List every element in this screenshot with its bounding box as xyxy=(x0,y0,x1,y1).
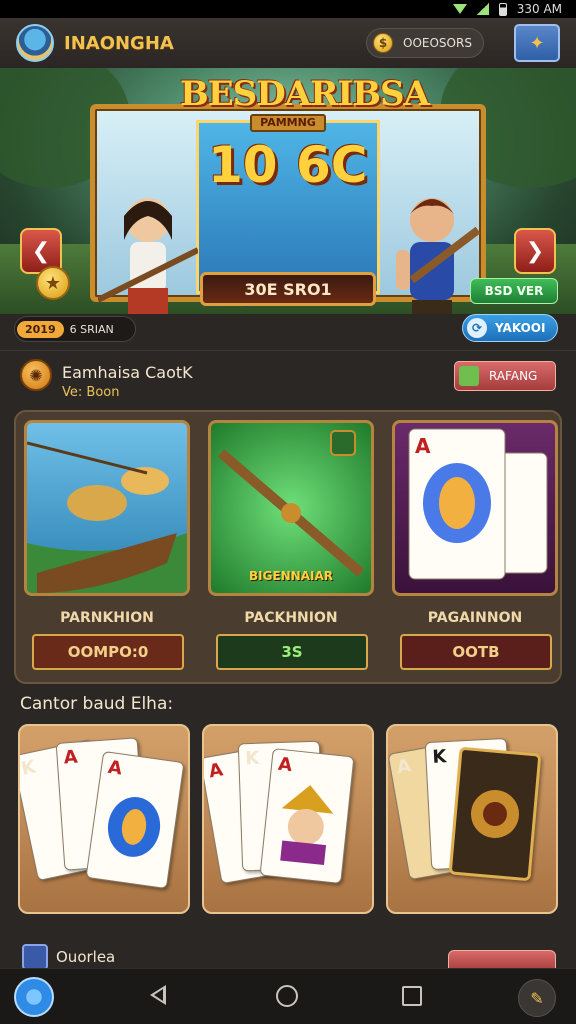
status-time: 330 AM xyxy=(516,2,562,16)
game-value: 3S xyxy=(216,634,368,670)
game-thumbnail: A xyxy=(392,420,558,596)
level-pill[interactable]: 2019 6 SRIAN xyxy=(14,316,136,342)
game-name: PACKHNION xyxy=(244,610,338,626)
app-title: INAONGHA xyxy=(64,32,174,54)
medal-icon: ★ xyxy=(36,266,70,300)
coin-value: OOEOSORS xyxy=(403,36,472,50)
banner-subtitle: PAMMNG xyxy=(250,114,326,132)
playing-card xyxy=(448,746,542,882)
ranking-button-label: RAFANG xyxy=(489,369,538,383)
leaf-icon xyxy=(459,366,479,386)
game-value: OOTB xyxy=(400,634,552,670)
coin-balance[interactable]: $ OOEOSORS xyxy=(366,28,484,58)
banner-green-button[interactable]: BSD VER xyxy=(470,278,558,304)
card-rank: K xyxy=(244,747,260,770)
fishing-rod-illustration xyxy=(217,430,365,577)
game-name: PAGAINNON xyxy=(427,610,523,626)
navigation-bar: ✎ xyxy=(0,968,576,1024)
game-thumbnail xyxy=(24,420,190,596)
back-icon[interactable] xyxy=(150,985,166,1005)
card-games-row: K A A A K A A K xyxy=(0,722,576,918)
card-rank: A xyxy=(277,753,294,777)
playing-card: A xyxy=(259,748,355,884)
heroine-illustration xyxy=(98,198,198,314)
coin-icon: $ xyxy=(373,33,393,53)
battery-icon xyxy=(498,2,507,16)
hero-illustration xyxy=(396,198,481,314)
fish-icon xyxy=(107,797,161,857)
game-card[interactable]: PARNKHION OOMPO:0 xyxy=(24,420,190,676)
level-text: 6 SRIAN xyxy=(69,322,114,336)
status-bar: 330 AM xyxy=(0,0,576,18)
recent-apps-icon[interactable] xyxy=(402,986,422,1006)
footer-item[interactable]: Ouorlea xyxy=(22,944,222,970)
playing-card: A xyxy=(85,750,185,890)
game-grid: PARNKHION OOMPO:0 BIGENNAIAR PACKHNION 3… xyxy=(14,410,562,684)
blue-pill-button[interactable]: ⟳ YAKOOI xyxy=(462,314,558,342)
svg-text:A: A xyxy=(415,434,431,458)
chevron-left-icon: ❮ xyxy=(31,238,51,264)
fishing-boat-illustration xyxy=(27,441,187,593)
level-badge: 2019 xyxy=(17,320,64,338)
section-header: ✺ Eamhaisa CaotK Ve: Boon RAFANG xyxy=(0,350,576,406)
ornate-card-icon xyxy=(471,790,519,838)
signal-icon xyxy=(476,3,489,15)
chevron-right-icon: ❯ xyxy=(525,238,545,264)
jester-icon xyxy=(280,785,334,866)
card-rank: K xyxy=(431,746,447,768)
card-rank: A xyxy=(106,756,124,780)
thumbnail-label: BIGENNAIAR xyxy=(248,569,334,583)
card-rank: K xyxy=(19,756,38,780)
menu-button[interactable]: ✦ xyxy=(514,24,560,62)
blue-pill-label: YAKOOI xyxy=(495,321,546,335)
section2-title: Cantor baud Elha: xyxy=(20,694,174,714)
game-thumbnail: BIGENNAIAR xyxy=(208,420,374,596)
compass-icon: ✺ xyxy=(20,359,52,391)
info-strip: 2019 6 SRIAN ⟳ YAKOOI xyxy=(0,314,576,344)
home-app-icon[interactable] xyxy=(14,977,54,1017)
card-game-tile[interactable]: A K xyxy=(386,724,558,914)
card-rank: A xyxy=(62,746,79,769)
game-card[interactable]: BIGENNAIAR PACKHNION 3S xyxy=(208,420,374,676)
top-app-bar: INAONGHA $ OOEOSORS ✦ xyxy=(0,18,576,68)
banner-number-left: 10 xyxy=(208,136,278,194)
fish-card-illustration: A xyxy=(408,428,548,580)
banner-next-button[interactable]: ❯ xyxy=(514,228,556,274)
game-value: OOMPO:0 xyxy=(32,634,184,670)
card-rank: A xyxy=(207,759,225,783)
ranking-button[interactable]: RAFANG xyxy=(454,361,556,391)
map-icon: ✦ xyxy=(529,32,545,54)
section-subtitle: Ve: Boon xyxy=(62,385,120,400)
promo-banner[interactable]: BESDARIBSA PAMMNG 10 6C POMIKEA ❮ ❯ ★ 30… xyxy=(0,68,576,314)
book-icon xyxy=(22,944,48,970)
card-rank: A xyxy=(395,755,413,779)
card-game-tile[interactable]: K A A xyxy=(18,724,190,914)
game-card[interactable]: A PAGAINNON OOTB xyxy=(392,420,558,676)
banner-pill-button[interactable]: 30E SRO1 xyxy=(200,272,376,306)
home-icon[interactable] xyxy=(276,985,298,1007)
card-game-tile[interactable]: A K A xyxy=(202,724,374,914)
section-title: Eamhaisa CaotK xyxy=(62,363,193,382)
footer-label: Ouorlea xyxy=(56,948,116,966)
refresh-icon: ⟳ xyxy=(467,318,487,338)
avatar[interactable] xyxy=(16,24,54,62)
banner-number-right: 6C xyxy=(296,136,368,194)
wifi-icon xyxy=(452,4,467,14)
game-name: PARNKHION xyxy=(60,610,154,626)
settings-icon[interactable]: ✎ xyxy=(518,979,556,1017)
